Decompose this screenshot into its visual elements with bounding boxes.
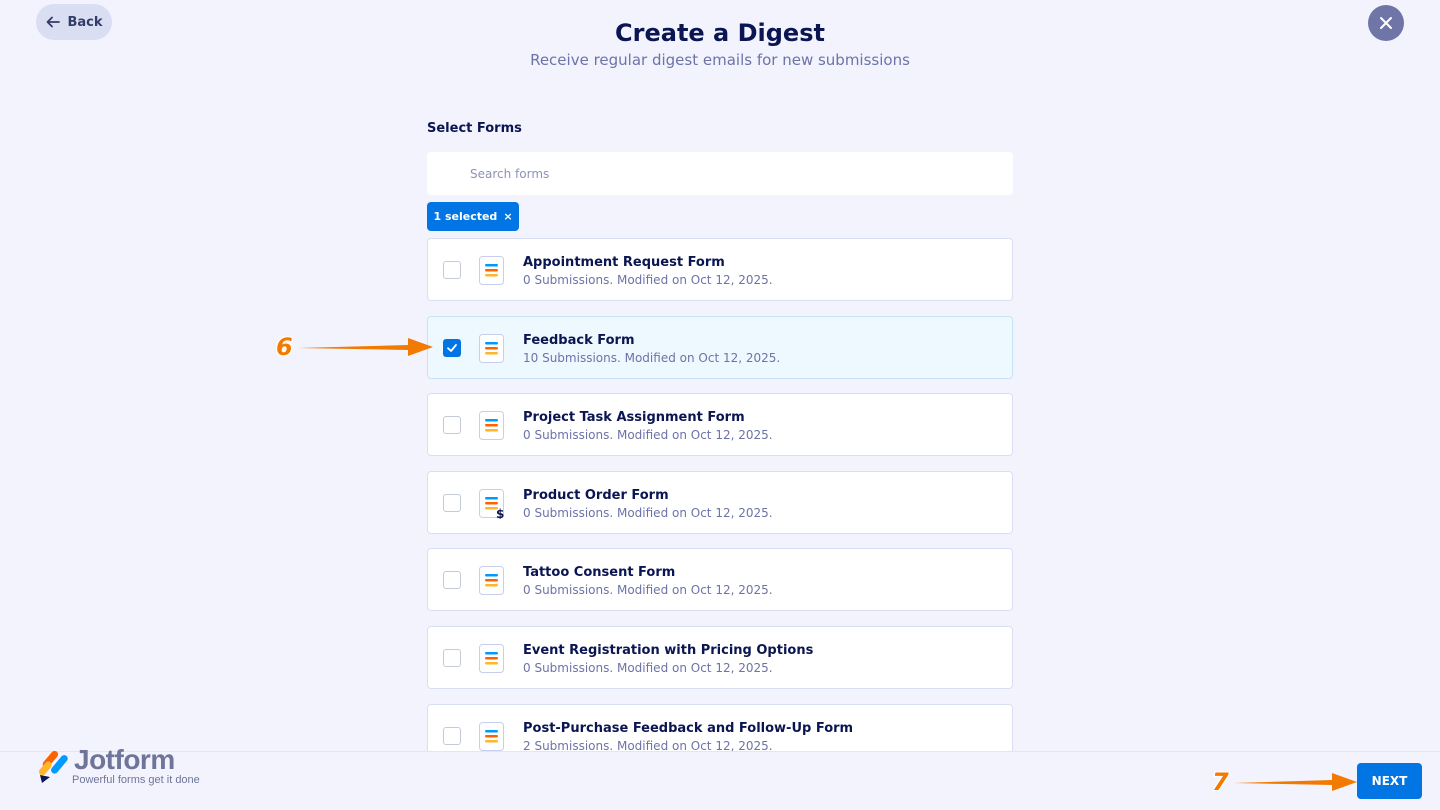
select-forms-label: Select Forms [427, 121, 522, 136]
form-meta: 0 Submissions. Modified on Oct 12, 2025. [523, 273, 773, 287]
logo-tagline: Powerful forms get it done [72, 774, 200, 786]
form-title: Post-Purchase Feedback and Follow-Up For… [523, 721, 854, 736]
form-meta: 0 Submissions. Modified on Oct 12, 2025. [523, 583, 773, 597]
form-checkbox[interactable] [443, 416, 461, 434]
page-title: Create a Digest [615, 19, 825, 47]
form-row[interactable]: Project Task Assignment Form 0 Submission… [427, 393, 1013, 456]
annotation-step-7: 7 [1212, 768, 1229, 796]
form-title: Product Order Form [523, 488, 669, 503]
annotation-arrow-icon [1234, 773, 1357, 791]
form-title: Tattoo Consent Form [523, 565, 676, 580]
form-meta: 0 Submissions. Modified on Oct 12, 2025. [523, 661, 773, 675]
selected-count-chip[interactable]: 1 selected × [427, 202, 519, 231]
form-row[interactable]: Post-Purchase Feedback and Follow-Up For… [427, 704, 1013, 751]
annotation-step-6: 6 [276, 333, 293, 361]
form-title: Event Registration with Pricing Options [523, 643, 814, 658]
form-meta: 0 Submissions. Modified on Oct 12, 2025. [523, 428, 773, 442]
form-title: Project Task Assignment Form [523, 410, 745, 425]
form-row[interactable]: Appointment Request Form 0 Submissions. M… [427, 238, 1013, 301]
form-title: Feedback Form [523, 333, 635, 348]
logo-wordmark: Jotform [74, 744, 175, 775]
form-icon [479, 411, 504, 440]
clear-selection-icon[interactable]: × [503, 210, 512, 223]
form-checkbox[interactable] [443, 649, 461, 667]
form-icon [479, 566, 504, 595]
form-meta: 10 Submissions. Modified on Oct 12, 2025… [523, 351, 781, 365]
form-row[interactable]: Feedback Form 10 Submissions. Modified on… [427, 316, 1013, 379]
form-row[interactable]: $ Product Order Form 0 Submissions. Modifi… [427, 471, 1013, 534]
svg-text:$: $ [496, 507, 504, 519]
form-checkbox[interactable] [443, 571, 461, 589]
annotation-arrow-icon [298, 338, 433, 356]
form-checkbox[interactable] [443, 727, 461, 745]
form-checkbox[interactable] [443, 494, 461, 512]
form-row[interactable]: Event Registration with Pricing Options 0… [427, 626, 1013, 689]
form-icon [479, 256, 504, 285]
form-icon [479, 722, 504, 751]
selected-count-label: 1 selected [433, 210, 498, 223]
page-header: Create a Digest Receive regular digest e… [0, 17, 1440, 69]
form-row[interactable]: Tattoo Consent Form 0 Submissions. Modifi… [427, 548, 1013, 611]
form-title: Appointment Request Form [523, 255, 725, 270]
form-meta: 0 Submissions. Modified on Oct 12, 2025. [523, 506, 773, 520]
form-icon [479, 334, 504, 363]
form-meta: 2 Submissions. Modified on Oct 12, 2025. [523, 739, 773, 751]
payment-form-icon: $ [479, 489, 504, 519]
form-icon [479, 644, 504, 673]
next-button[interactable]: NEXT [1357, 763, 1422, 799]
page-subtitle: Receive regular digest emails for new su… [530, 51, 910, 69]
form-list: Appointment Request Form 0 Submissions. M… [427, 238, 1013, 751]
form-checkbox[interactable] [443, 261, 461, 279]
search-forms-input[interactable] [427, 152, 1013, 195]
form-checkbox[interactable] [443, 339, 461, 357]
check-icon [447, 344, 457, 352]
